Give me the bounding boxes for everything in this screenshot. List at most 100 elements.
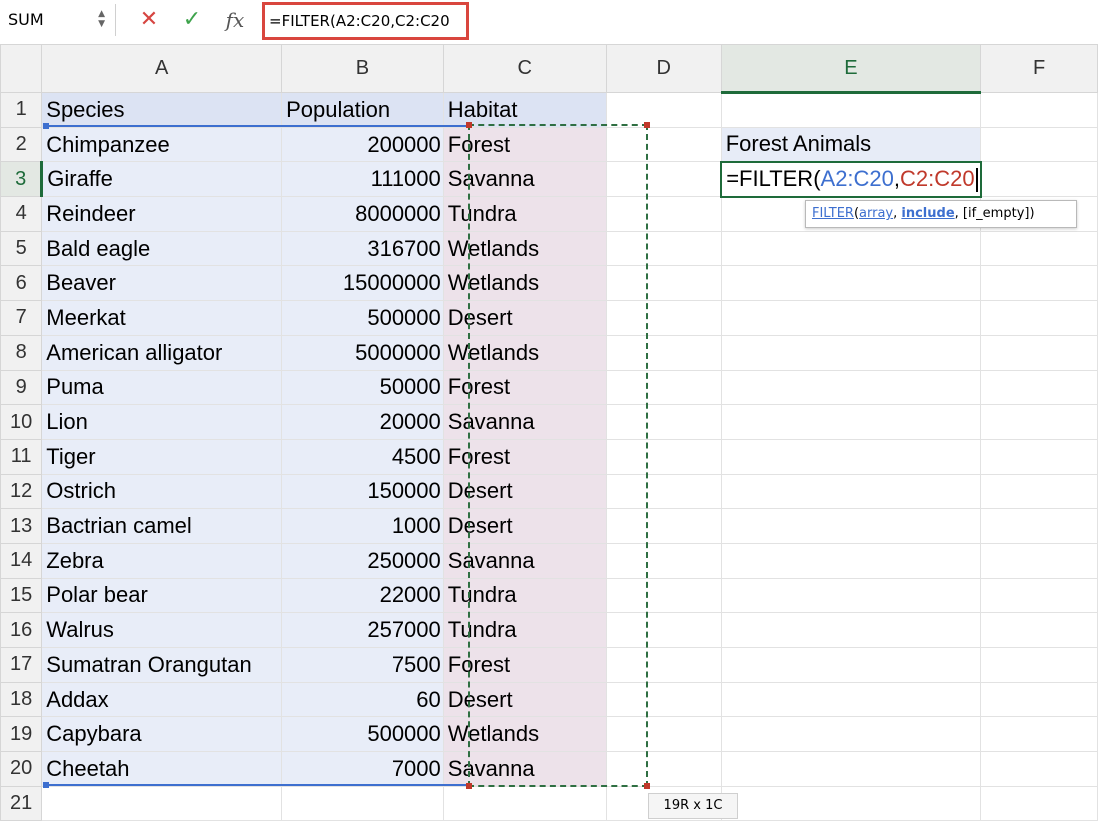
cell-population[interactable]: 8000000 [281,196,444,232]
row-header[interactable]: 17 [0,647,43,683]
cell-f[interactable] [980,577,1098,614]
name-box-stepper-icon[interactable]: ▲ ▼ [98,9,105,29]
cell-f[interactable] [980,230,1098,267]
enter-icon[interactable]: ✓ [179,6,205,34]
cell-d[interactable] [605,265,722,302]
cell-d[interactable] [605,577,722,614]
cell-habitat[interactable]: Desert [442,681,607,718]
column-header-e[interactable]: E [720,44,982,94]
cell-f[interactable] [980,126,1098,163]
cell-e[interactable] [720,334,982,371]
row-header[interactable]: 11 [0,438,43,475]
cell-population[interactable]: 316700 [281,230,444,267]
cell-population[interactable]: 150000 [281,473,444,510]
cell-e[interactable] [720,404,982,440]
column-header-c[interactable]: C [442,44,607,93]
select-all-corner[interactable] [0,44,43,93]
cell-d[interactable] [605,126,722,163]
column-header-b[interactable]: B [281,44,444,93]
cell-d[interactable] [605,196,722,232]
cell-habitat[interactable]: Forest [442,438,607,475]
cell-species[interactable]: Beaver [41,265,283,302]
cell-population[interactable]: 15000000 [281,265,444,302]
cell-population[interactable]: 200000 [281,126,444,163]
cell-habitat[interactable]: Savanna [442,161,607,198]
cell-population[interactable]: 5000000 [281,334,444,371]
cell-habitat[interactable]: Tundra [442,612,607,648]
cell-population[interactable]: 50000 [281,369,444,406]
cell-habitat[interactable]: Wetlands [442,716,607,753]
cell-d[interactable] [605,300,722,336]
cell-e[interactable] [720,612,982,648]
cell-f[interactable] [980,300,1098,336]
cell-e21[interactable] [720,785,982,822]
cell-e[interactable] [720,577,982,614]
cell-species[interactable]: Capybara [41,716,283,753]
cell-e2-title[interactable]: Forest Animals [720,126,982,163]
cell-population[interactable]: 20000 [281,404,444,440]
row-header[interactable]: 2 [0,126,43,163]
cell-population[interactable]: 4500 [281,438,444,475]
row-header[interactable]: 6 [0,265,43,302]
cell-d[interactable] [605,542,722,579]
cell-species[interactable]: Zebra [41,542,283,579]
cell-population[interactable]: 7500 [281,647,444,683]
row-header[interactable]: 12 [0,473,43,510]
cell-species[interactable]: Polar bear [41,577,283,614]
cell-habitat[interactable]: Tundra [442,577,607,614]
tooltip-function-link[interactable]: FILTER [812,206,854,221]
cell-f[interactable] [980,438,1098,475]
cell-population[interactable]: 60 [281,681,444,718]
cell-habitat[interactable]: Desert [442,300,607,336]
cell-species[interactable]: Puma [41,369,283,406]
cell-d[interactable] [605,681,722,718]
cell-f[interactable] [980,647,1098,683]
cell-f[interactable] [980,751,1098,787]
column-header-f[interactable]: F [980,44,1098,93]
cell-e1[interactable] [720,92,982,128]
cell-d[interactable] [605,404,722,440]
cell-habitat[interactable]: Forest [442,369,607,406]
row-header[interactable]: 10 [0,404,43,440]
cell-e3-editing[interactable]: =FILTER(A2:C20,C2:C20 [720,160,982,198]
cell-habitat[interactable]: Desert [442,473,607,510]
cell-habitat[interactable]: Savanna [442,542,607,579]
cell-habitat[interactable]: Tundra [442,196,607,232]
row-header[interactable]: 16 [0,612,43,648]
cell-species[interactable]: Bald eagle [41,230,283,267]
cell-species[interactable]: Cheetah [41,751,283,787]
insert-function-icon[interactable]: fx [222,6,248,34]
formula-input[interactable]: =FILTER(A2:C20,C2:C20 [262,2,469,40]
cell-e[interactable] [720,473,982,510]
row-header[interactable]: 18 [0,681,43,718]
cell-species[interactable]: Lion [41,404,283,440]
cell-f[interactable] [980,161,1098,198]
cell-f[interactable] [980,612,1098,648]
cell-b1[interactable]: Population [281,92,444,128]
cell-d[interactable] [605,612,722,648]
row-header[interactable]: 21 [0,785,43,822]
tooltip-arg-include[interactable]: include [901,206,954,221]
cell-e[interactable] [720,751,982,787]
cell-f[interactable] [980,681,1098,718]
row-header[interactable]: 9 [0,369,43,406]
cell-e[interactable] [720,300,982,336]
cell-f[interactable] [980,404,1098,440]
cell-d[interactable] [605,716,722,753]
cell-d[interactable] [605,230,722,267]
cell-a1[interactable]: Species [41,92,283,128]
cancel-icon[interactable]: ✕ [136,6,162,34]
cell-habitat[interactable]: Wetlands [442,334,607,371]
cell-d[interactable] [605,508,722,544]
cell-f[interactable] [980,369,1098,406]
cell-f[interactable] [980,473,1098,510]
column-header-d[interactable]: D [605,44,722,93]
cell-f[interactable] [980,265,1098,302]
cell-e[interactable] [720,369,982,406]
cell-species[interactable]: Meerkat [41,300,283,336]
cell-d[interactable] [605,369,722,406]
cell-f21[interactable] [980,785,1098,822]
cell-a21[interactable] [41,785,283,822]
cell-e[interactable] [720,230,982,267]
cell-population[interactable]: 250000 [281,542,444,579]
